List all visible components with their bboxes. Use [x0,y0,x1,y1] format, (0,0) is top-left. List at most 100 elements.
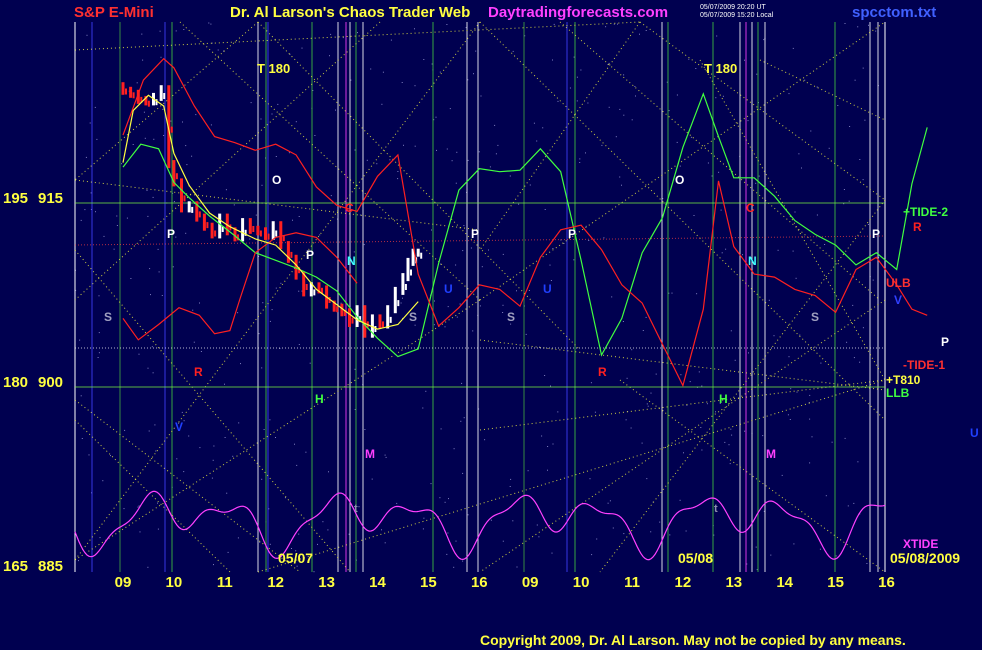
star-dot [390,39,392,41]
star-dot [240,363,241,365]
star-dot [734,359,736,361]
star-dot [225,189,227,191]
star-dot [157,248,159,250]
r-marker: R [598,365,607,379]
star-dot [816,86,818,88]
star-dot [142,59,144,61]
star-dot [747,120,749,122]
star-dot [516,566,518,568]
star-dot [155,450,157,452]
star-dot [608,62,610,64]
t180-label: T 180 [257,61,290,76]
star-dot [175,30,177,32]
star-dot [646,478,648,480]
star-dot [588,240,590,241]
copyright: Copyright 2009, Dr. Al Larson. May not b… [480,632,906,648]
star-dot [261,367,263,369]
h-marker: H [315,392,324,406]
star-dot [792,47,794,49]
star-dot [210,23,212,25]
star-dot [718,171,720,173]
star-dot [317,543,318,545]
star-dot [831,441,833,443]
star-dot [275,287,277,289]
star-dot [376,163,378,165]
star-dot [502,304,504,306]
star-dot [138,505,140,507]
star-dot [354,149,356,151]
star-dot [110,455,111,457]
star-dot [619,176,621,178]
star-dot [722,95,724,97]
r-marker: R [194,365,203,379]
star-dot [859,159,861,160]
star-dot [163,135,165,136]
star-dot [340,302,342,304]
star-dot [148,430,150,432]
star-dot [529,184,531,186]
star-dot [676,94,678,96]
star-dot [384,454,386,456]
star-dot [789,419,791,420]
star-dot [258,333,260,335]
y-label-right: 915 [38,190,63,207]
star-dot [150,294,151,296]
star-dot [844,437,846,439]
star-dot [463,225,465,227]
star-dot [94,106,96,108]
star-dot [768,299,770,301]
star-dot [810,130,812,132]
star-dot [611,296,613,298]
star-dot [825,495,827,497]
star-dot [591,554,593,556]
star-dot [835,555,837,557]
star-dot [191,155,193,157]
star-dot [453,448,455,450]
star-dot [668,110,670,112]
star-dot [809,418,811,420]
star-dot [103,235,105,237]
star-dot [847,505,849,507]
star-dot [172,266,174,268]
p-marker: P [167,227,175,241]
star-dot [161,295,163,296]
star-dot [217,49,219,51]
star-dot [758,175,760,177]
h-marker: H [719,392,728,406]
star-dot [788,356,790,358]
x-tick-label: 09 [115,574,132,591]
star-dot [730,330,732,332]
star-dot [261,184,263,186]
star-dot [462,472,464,474]
star-dot [720,209,722,211]
star-dot [233,204,235,206]
star-dot [809,394,811,396]
star-dot [237,312,239,314]
timestamp-ut: 05/07/2009 20:20 UT [700,4,766,11]
star-dot [551,552,553,554]
star-dot [819,548,821,550]
star-dot [536,524,538,526]
star-dot [330,33,332,35]
star-dot [853,357,855,359]
star-dot [227,551,229,553]
star-dot [292,219,293,221]
y-label-left: 195 [3,190,28,207]
star-dot [183,29,185,30]
v-label: V [894,293,902,307]
star-dot [690,136,692,138]
star-dot [98,352,100,354]
star-dot [731,434,733,436]
star-dot [617,23,618,25]
star-dot [322,521,324,523]
x-tick-label: 12 [267,574,284,591]
x-tick-label: 11 [217,574,233,591]
star-dot [359,214,361,216]
star-dot [862,179,864,181]
star-dot [195,114,197,116]
star-dot [90,192,92,194]
star-dot [645,30,647,31]
star-dot [655,373,657,375]
star-dot [585,225,587,227]
star-dot [84,209,86,211]
